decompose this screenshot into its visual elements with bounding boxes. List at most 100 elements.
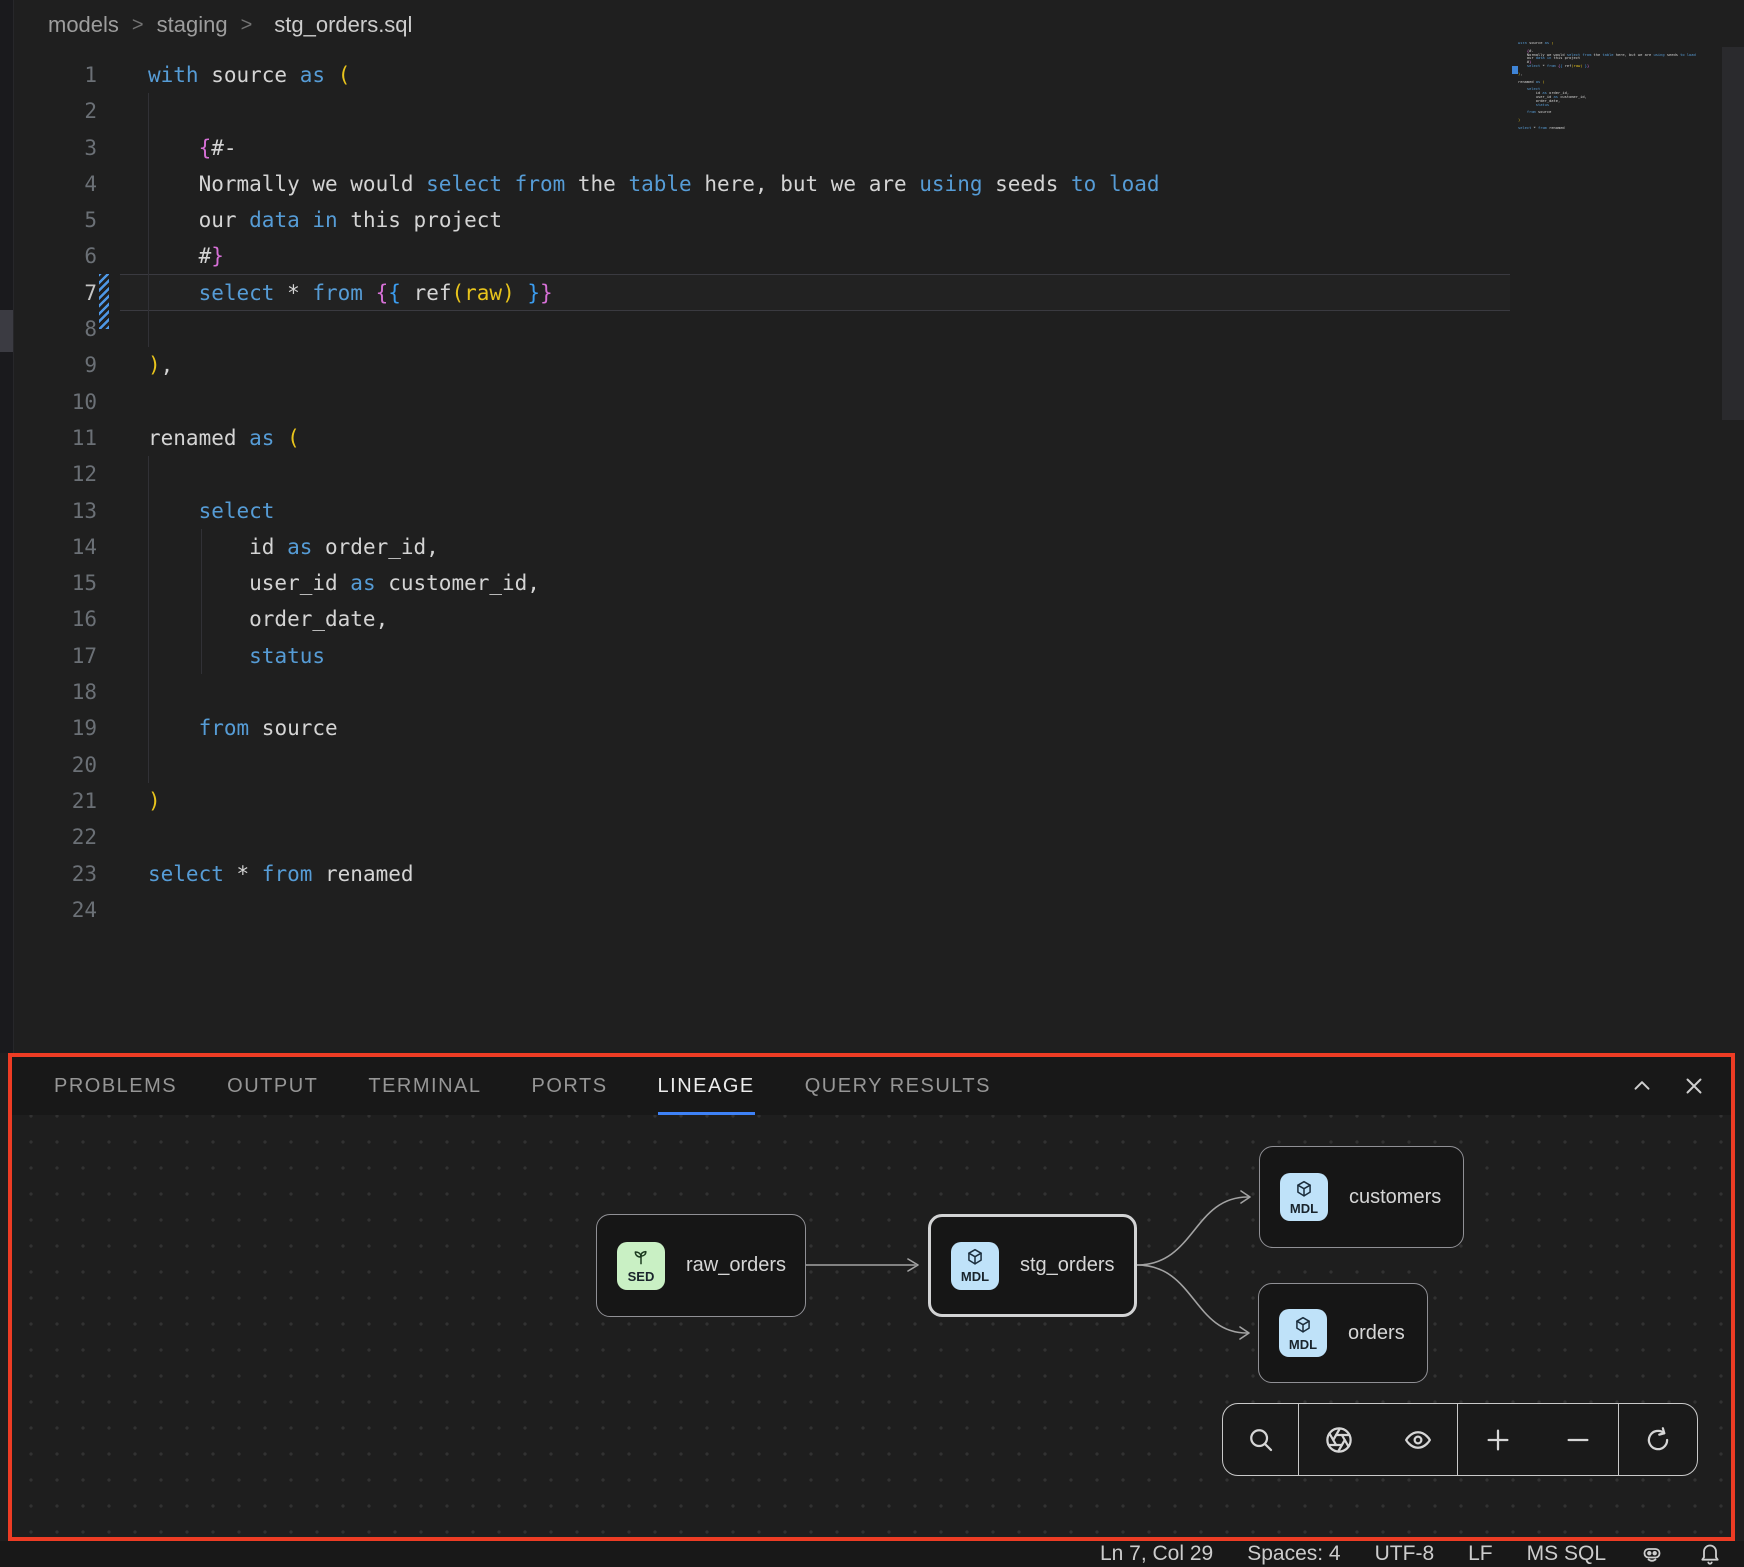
lineage-node-stg_orders[interactable]: MDL stg_orders <box>928 1214 1137 1317</box>
code-line: #} <box>148 238 1160 274</box>
line-number: 10 <box>0 384 97 420</box>
modified-line-marker <box>99 274 109 329</box>
panel-tab-bar: PROBLEMS OUTPUT TERMINAL PORTS LINEAGE QUERY … <box>12 1057 1731 1115</box>
code-line: order_date, <box>148 601 1160 637</box>
breadcrumb-separator: > <box>132 14 144 37</box>
node-badge-text: SED <box>628 1269 655 1284</box>
code-line: our data in this project <box>148 202 1160 238</box>
node-badge-text: MDL <box>1289 1337 1317 1352</box>
minimap-modified-marker <box>1512 66 1518 74</box>
lineage-canvas[interactable]: SEDraw_ordersMDLstg_ordersMDLcustomersMD… <box>12 1115 1731 1537</box>
status-item-ms-sql[interactable]: MS SQL <box>1527 1542 1606 1566</box>
code-line <box>148 456 1160 492</box>
chevron-up-icon[interactable] <box>1629 1073 1655 1099</box>
zoom-out-icon[interactable] <box>1563 1425 1593 1455</box>
close-icon[interactable] <box>1681 1073 1707 1099</box>
lineage-node-orders[interactable]: MDL orders <box>1258 1283 1428 1383</box>
node-badge-text: MDL <box>1290 1201 1318 1216</box>
code-line <box>148 384 1160 420</box>
panel-actions <box>1629 1057 1707 1115</box>
line-number: 8 <box>0 311 97 347</box>
line-number: 24 <box>0 892 97 928</box>
code-line <box>148 892 1160 928</box>
tab-problems[interactable]: PROBLEMS <box>54 1057 177 1115</box>
status-item-utf-8[interactable]: UTF-8 <box>1375 1542 1435 1566</box>
node-label: stg_orders <box>1020 1254 1115 1277</box>
status-item-spaces-4[interactable]: Spaces: 4 <box>1247 1542 1340 1566</box>
line-number: 15 <box>0 565 97 601</box>
cube-icon <box>1294 1179 1314 1199</box>
code-line: from source <box>148 710 1160 746</box>
node-label: raw_orders <box>686 1254 786 1277</box>
line-number: 4 <box>0 166 97 202</box>
breadcrumb-segment-staging[interactable]: staging <box>157 12 228 38</box>
node-badge-text: MDL <box>961 1269 989 1284</box>
tab-output[interactable]: OUTPUT <box>227 1057 318 1115</box>
node-label: customers <box>1349 1186 1441 1209</box>
code-editor[interactable]: with source as ( {#- Normally we would s… <box>148 57 1160 928</box>
tab-query-results[interactable]: QUERY RESULTS <box>805 1057 991 1115</box>
breadcrumb-file-name: stg_orders.sql <box>274 12 412 38</box>
search-icon[interactable] <box>1246 1425 1276 1455</box>
minimap[interactable]: with source as ( {#- Normally we would s… <box>1518 42 1718 142</box>
code-line <box>148 819 1160 855</box>
node-badge: MDL <box>1279 1309 1327 1357</box>
breadcrumb-segment-models[interactable]: models <box>48 12 119 38</box>
copilot-icon[interactable] <box>1640 1542 1664 1566</box>
line-number: 17 <box>0 638 97 674</box>
bottom-panel: PROBLEMS OUTPUT TERMINAL PORTS LINEAGE QUERY … <box>8 1053 1735 1541</box>
breadcrumb: models > staging > stg_orders.sql <box>48 8 412 42</box>
line-number: 23 <box>0 856 97 892</box>
code-line: id as order_id, <box>148 529 1160 565</box>
code-line: ) <box>148 783 1160 819</box>
node-badge: SED <box>617 1242 665 1290</box>
breadcrumb-file[interactable]: stg_orders.sql <box>265 12 412 38</box>
line-number: 3 <box>0 130 97 166</box>
toolbar-section <box>1223 1404 1299 1475</box>
lineage-node-customers[interactable]: MDL customers <box>1259 1146 1464 1248</box>
editor-scrollbar[interactable] <box>1722 47 1744 420</box>
line-number: 14 <box>0 529 97 565</box>
line-number: 19 <box>0 710 97 746</box>
node-badge: MDL <box>951 1242 999 1290</box>
code-line: Normally we would select from the table … <box>148 166 1160 202</box>
code-line: renamed as ( <box>148 420 1160 456</box>
line-number: 13 <box>0 493 97 529</box>
line-number: 5 <box>0 202 97 238</box>
zoom-in-icon[interactable] <box>1483 1425 1513 1455</box>
line-number: 20 <box>0 747 97 783</box>
lineage-toolbar <box>1222 1403 1698 1476</box>
code-line <box>148 93 1160 129</box>
vscode-window: models > staging > stg_orders.sql 12 3456… <box>0 0 1744 1567</box>
line-number: 18 <box>0 674 97 710</box>
lineage-node-raw_orders[interactable]: SED raw_orders <box>596 1214 806 1317</box>
status-item-ln-7-col-29[interactable]: Ln 7, Col 29 <box>1100 1542 1213 1566</box>
eye-icon[interactable] <box>1403 1425 1433 1455</box>
line-number: 21 <box>0 783 97 819</box>
tab-ports[interactable]: PORTS <box>532 1057 608 1115</box>
code-line <box>148 747 1160 783</box>
tab-lineage[interactable]: LINEAGE <box>658 1057 755 1115</box>
line-number: 6 <box>0 238 97 274</box>
cube-icon <box>1293 1315 1313 1335</box>
code-line <box>1518 131 1718 135</box>
line-number: 16 <box>0 601 97 637</box>
status-item-lf[interactable]: LF <box>1468 1542 1493 1566</box>
toolbar-section <box>1619 1404 1697 1475</box>
node-badge: MDL <box>1280 1173 1328 1221</box>
refresh-icon[interactable] <box>1643 1425 1673 1455</box>
node-label: orders <box>1348 1322 1405 1345</box>
code-line <box>148 311 1160 347</box>
bell-icon[interactable] <box>1698 1542 1722 1566</box>
code-line: {#- <box>148 130 1160 166</box>
toolbar-section <box>1299 1404 1458 1475</box>
editor-gutter: 123456789101112131415161718192021222324 <box>0 57 97 928</box>
line-number: 2 <box>0 93 97 129</box>
line-number: 11 <box>0 420 97 456</box>
code-line <box>148 674 1160 710</box>
toolbar-section <box>1458 1404 1619 1475</box>
aperture-icon[interactable] <box>1324 1425 1354 1455</box>
tab-terminal[interactable]: TERMINAL <box>368 1057 481 1115</box>
breadcrumb-separator: > <box>241 14 253 37</box>
line-number: 12 <box>0 456 97 492</box>
